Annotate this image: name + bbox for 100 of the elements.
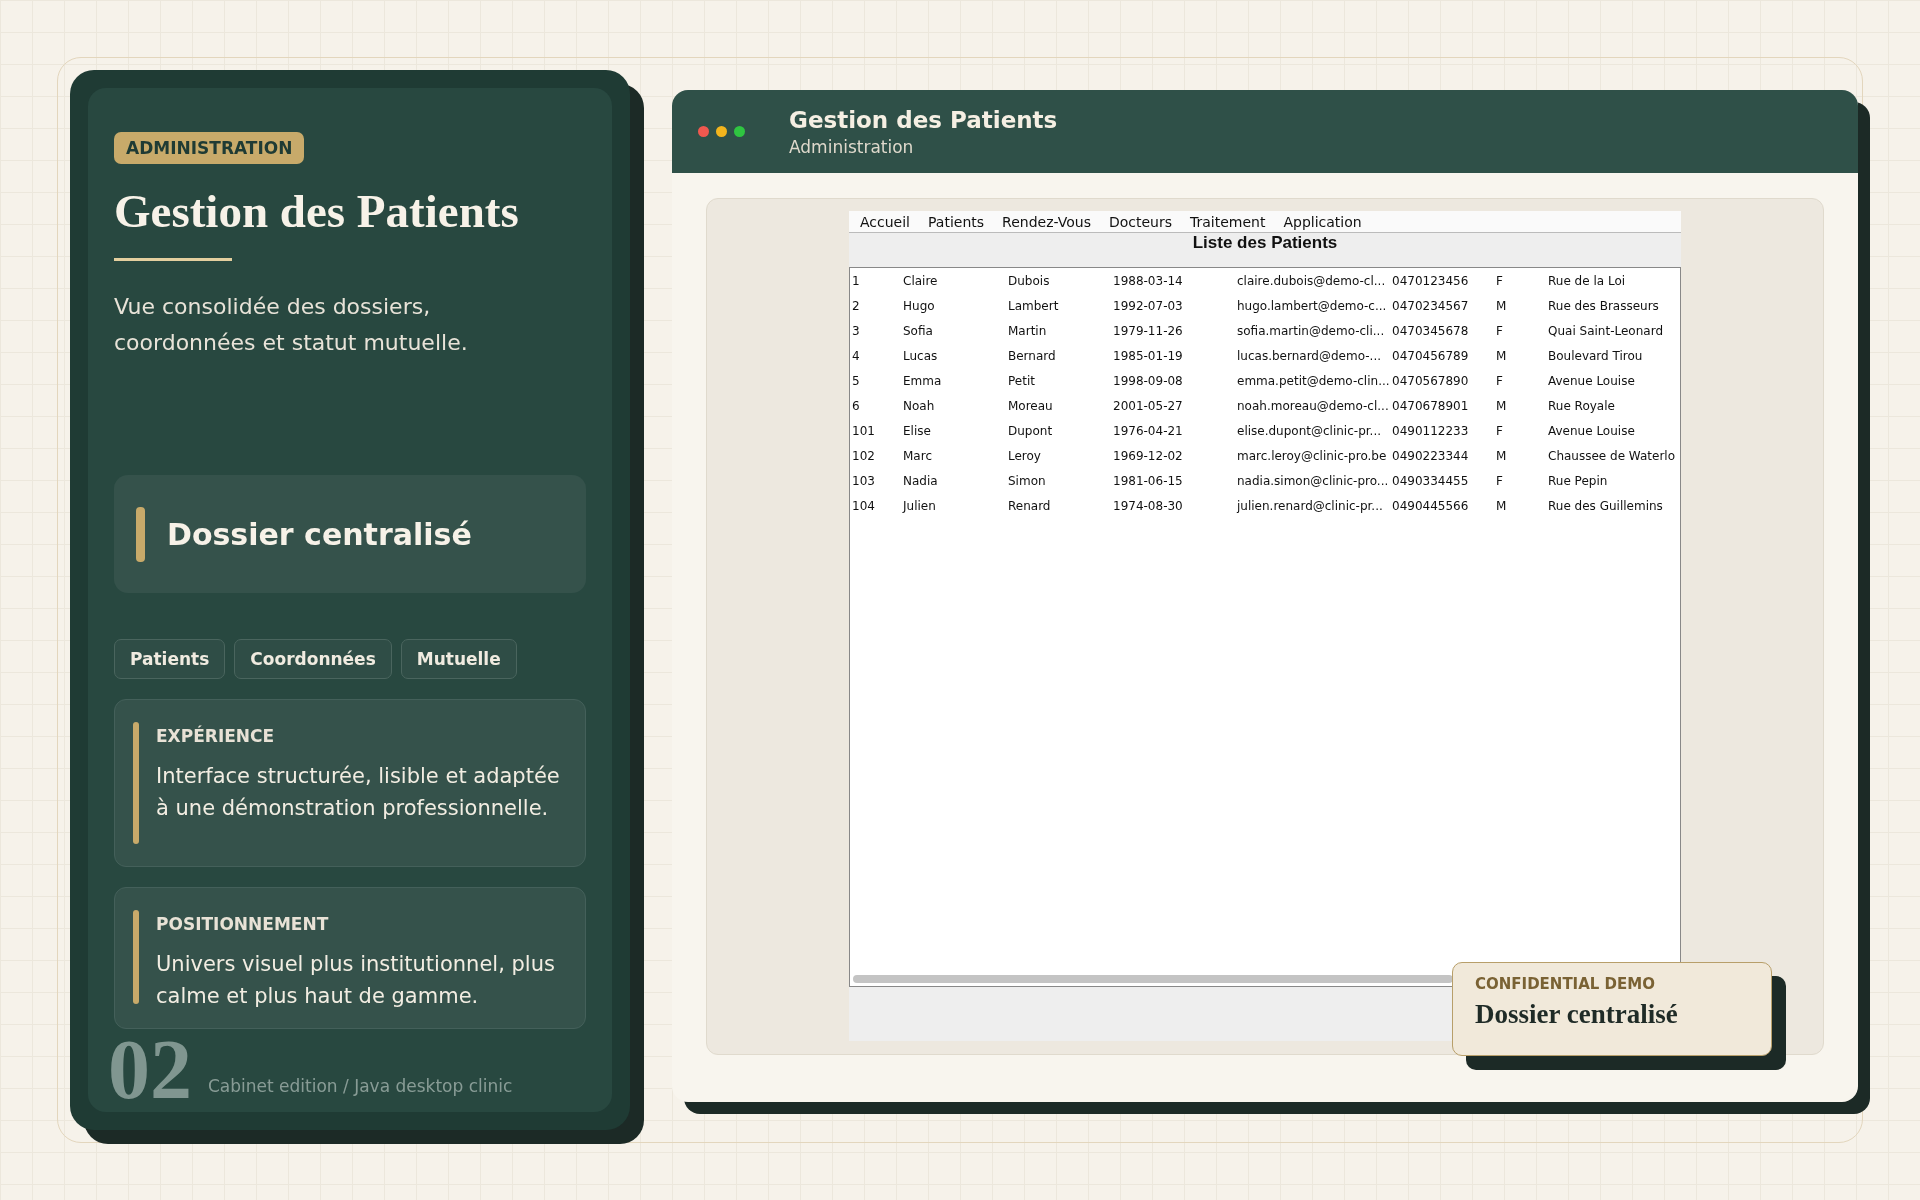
table-cell-text: M bbox=[1495, 498, 1508, 513]
table-cell-text: emma.petit@demo-clin... bbox=[1236, 373, 1390, 388]
card-text: Univers visuel plus institutionnel, plus calme et plus haut de gamme. bbox=[156, 951, 556, 1010]
table-cell-text: 0470456789 bbox=[1391, 348, 1470, 363]
highlight-title: Dossier centralisé bbox=[167, 516, 472, 552]
menu-item[interactable]: Docteurs bbox=[1099, 213, 1181, 230]
menu-item[interactable]: Patients bbox=[919, 213, 994, 230]
menu-item[interactable]: Rendez-Vous bbox=[993, 213, 1100, 230]
table-cell-text: 4 bbox=[851, 348, 861, 363]
table-cell-text: Petit bbox=[1007, 373, 1036, 388]
table-cell-text: lucas.bernard@demo-... bbox=[1236, 348, 1382, 363]
table-cell-text: 1998-09-08 bbox=[1112, 373, 1184, 388]
window-title: Gestion des Patients bbox=[789, 106, 1058, 133]
table-cell-text: Nadia bbox=[902, 473, 939, 488]
table-cell-text: F bbox=[1495, 323, 1504, 338]
table-cell-text: Leroy bbox=[1007, 448, 1042, 463]
table-cell-text: nadia.simon@clinic-pro... bbox=[1236, 473, 1390, 488]
tag-chip: Patients bbox=[114, 639, 226, 679]
table-cell-text: 0470345678 bbox=[1391, 323, 1470, 338]
sidebar-title: Gestion des Patients bbox=[114, 184, 520, 238]
table-cell-text: Quai Saint-Leonard bbox=[1547, 323, 1664, 338]
table-cell-text: julien.renard@clinic-pr... bbox=[1235, 498, 1384, 513]
table-cell-text: Marc bbox=[902, 448, 933, 463]
table-cell-text: Simon bbox=[1007, 473, 1047, 488]
menu-item[interactable]: Application bbox=[1274, 213, 1371, 230]
table-cell-text: 0490445566 bbox=[1391, 498, 1470, 513]
card-heading: POSITIONNEMENT bbox=[156, 914, 330, 934]
table-cell-text: 0470567890 bbox=[1391, 373, 1470, 388]
table-cell-text: claire.dubois@demo-cl... bbox=[1236, 273, 1387, 288]
menu-item[interactable]: Traitement bbox=[1181, 213, 1275, 230]
list-heading: Liste des Patients bbox=[1191, 233, 1339, 254]
table-cell-text: 0470123456 bbox=[1391, 273, 1470, 288]
table-cell-text: Avenue Louise bbox=[1547, 373, 1636, 388]
table-cell-text: 0490112233 bbox=[1391, 423, 1470, 438]
table-cell-text: 1 bbox=[851, 273, 861, 288]
table-cell-text: 0470678901 bbox=[1391, 398, 1470, 413]
table-cell-text: Dubois bbox=[1007, 273, 1051, 288]
table-cell-text: F bbox=[1495, 473, 1504, 488]
table-cell-text: 5 bbox=[851, 373, 861, 388]
tag-chip: Coordonnées bbox=[234, 639, 392, 679]
table-cell-text: 102 bbox=[851, 448, 876, 463]
table-cell-text: F bbox=[1495, 273, 1504, 288]
table-cell-text: elise.dupont@clinic-pr... bbox=[1236, 423, 1383, 438]
table-cell-text: Lucas bbox=[902, 348, 939, 363]
table-cell-text: 103 bbox=[851, 473, 876, 488]
table-cell-text: F bbox=[1495, 373, 1504, 388]
card-heading: EXPÉRIENCE bbox=[156, 726, 276, 746]
table-cell-text: Bernard bbox=[1007, 348, 1057, 363]
table-cell-text: Claire bbox=[902, 273, 939, 288]
table-cell-text: hugo.lambert@demo-c... bbox=[1236, 298, 1388, 313]
table-cell-text: Rue des Brasseurs bbox=[1547, 298, 1660, 313]
table-cell-text: 101 bbox=[851, 423, 876, 438]
table-cell-text: 2001-05-27 bbox=[1112, 398, 1184, 413]
category-badge: ADMINISTRATION bbox=[114, 132, 305, 164]
table-cell-text: Renard bbox=[1007, 498, 1052, 513]
table-cell-text: 3 bbox=[851, 323, 861, 338]
table-cell-text: 1992-07-03 bbox=[1112, 298, 1184, 313]
table-cell-text: Julien bbox=[901, 498, 937, 513]
table-cell-text: 1985-01-19 bbox=[1112, 348, 1184, 363]
window-subtitle: Administration bbox=[789, 136, 915, 157]
table-cell-text: sofia.martin@demo-cli... bbox=[1236, 323, 1386, 338]
table-cell-text: Rue Pepin bbox=[1547, 473, 1609, 488]
note-label: CONFIDENTIAL DEMO bbox=[1475, 975, 1656, 993]
table-cell-text: Dupont bbox=[1007, 423, 1054, 438]
table-cell-text: 0470234567 bbox=[1391, 298, 1470, 313]
table-cell-text: Rue des Guillemins bbox=[1547, 498, 1664, 513]
accent-bar bbox=[136, 506, 145, 562]
table-cell-text: Boulevard Tirou bbox=[1547, 348, 1644, 363]
table-cell-text: noah.moreau@demo-cl... bbox=[1236, 398, 1390, 413]
table-cell-text: 1974-08-30 bbox=[1112, 498, 1184, 513]
table-cell-text: 1976-04-21 bbox=[1112, 423, 1184, 438]
sidebar-description: Vue consolidée des dossiers, coordonnées et statut mutuelle. bbox=[114, 293, 469, 357]
table-cell-text: Elise bbox=[902, 423, 932, 438]
table-cell-text: 1981-06-15 bbox=[1112, 473, 1184, 488]
table-cell-text: 0490223344 bbox=[1391, 448, 1470, 463]
tag-chip: Mutuelle bbox=[400, 639, 517, 679]
table-cell-text: 6 bbox=[851, 398, 861, 413]
card-text: Interface structurée, lisible et adaptée à une démonstration professionnelle. bbox=[156, 763, 561, 822]
table-cell-text: 1988-03-14 bbox=[1112, 273, 1184, 288]
table-cell-text: Rue Royale bbox=[1547, 398, 1616, 413]
table-cell-text: Martin bbox=[1007, 323, 1048, 338]
window-control-icon[interactable] bbox=[734, 126, 745, 137]
table-cell-text: 0490334455 bbox=[1391, 473, 1470, 488]
table-cell-text: Sofia bbox=[902, 323, 934, 338]
scrollbar-thumb[interactable] bbox=[853, 975, 1453, 983]
table-cell-text: 1979-11-26 bbox=[1112, 323, 1184, 338]
table-cell-text: Emma bbox=[902, 373, 943, 388]
table-cell-text: Rue de la Loi bbox=[1547, 273, 1627, 288]
table-cell-text: F bbox=[1495, 423, 1504, 438]
table-cell-text: 104 bbox=[851, 498, 876, 513]
table-cell-text: Moreau bbox=[1007, 398, 1054, 413]
window-control-icon[interactable] bbox=[698, 126, 709, 137]
table-cell-text: Lambert bbox=[1007, 298, 1060, 313]
menu-item[interactable]: Accueil bbox=[851, 213, 919, 230]
note-title: Dossier centralisé bbox=[1475, 999, 1679, 1030]
table-cell-text: M bbox=[1495, 298, 1508, 313]
table-cell-text: Avenue Louise bbox=[1547, 423, 1636, 438]
table-cell-text: M bbox=[1495, 348, 1508, 363]
window-control-icon[interactable] bbox=[716, 126, 727, 137]
table-cell-text: 2 bbox=[851, 298, 861, 313]
